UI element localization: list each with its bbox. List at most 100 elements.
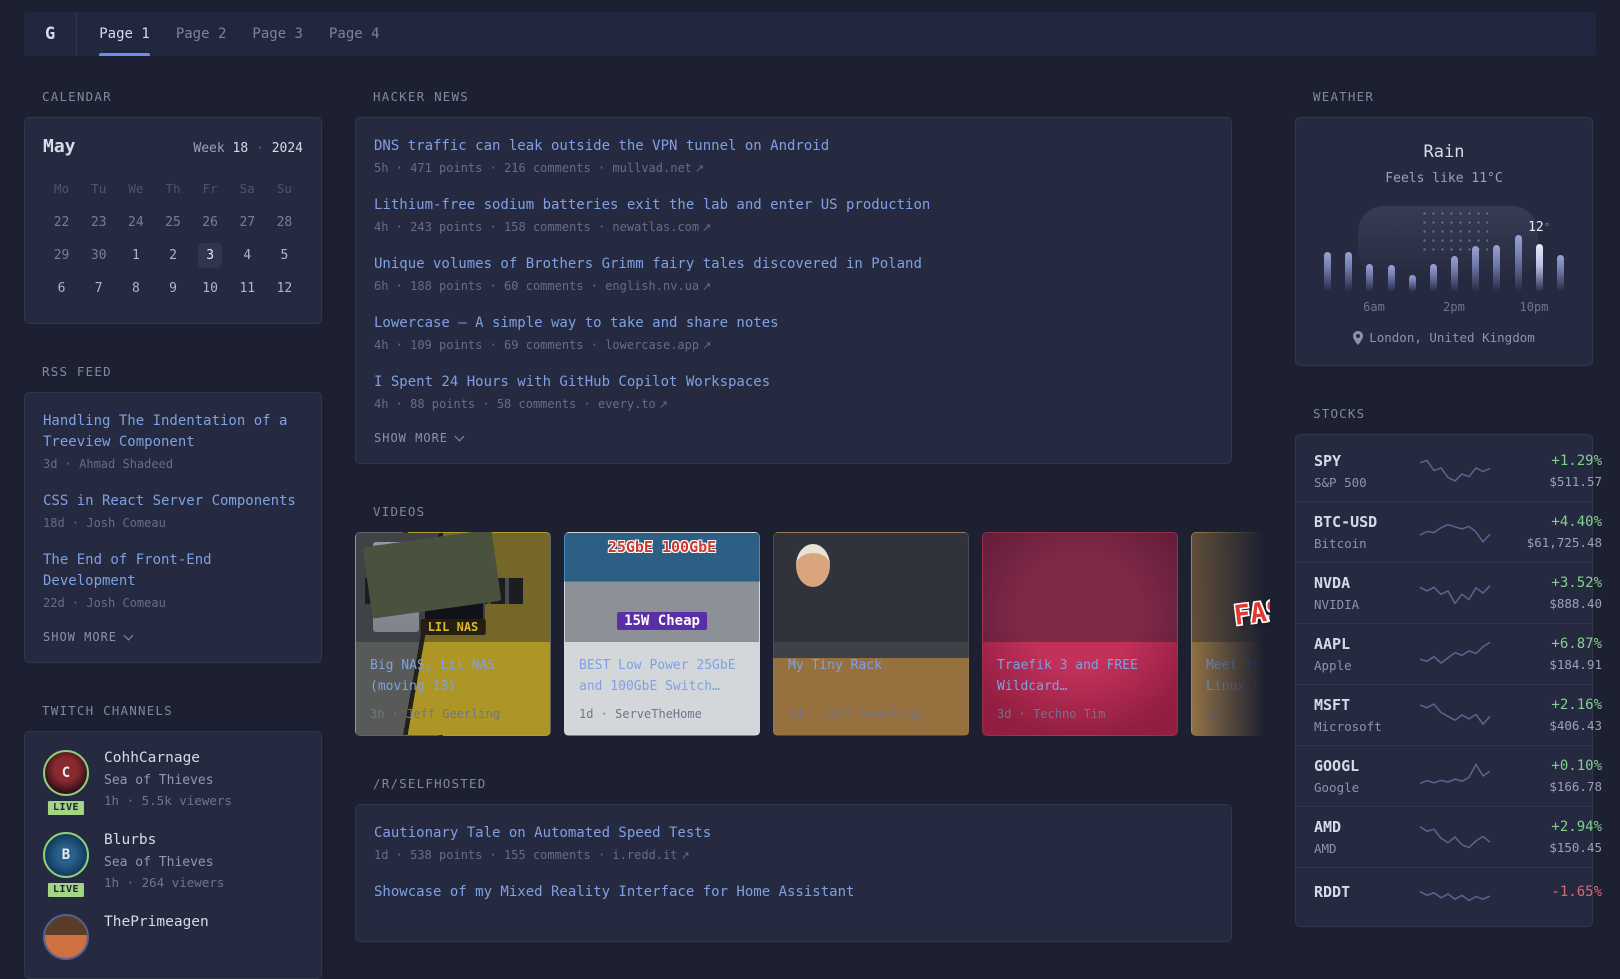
top-nav: G Page 1 Page 2 Page 3 Page 4 — [24, 12, 1596, 56]
hackernews-header: HACKER NEWS — [373, 89, 1232, 104]
video-card[interactable]: FAST Meet the new king of Linux Clusters… — [1191, 532, 1270, 736]
feed-item-domain[interactable]: newatlas.com — [612, 220, 699, 234]
feed-item-title[interactable]: Cautionary Tale on Automated Speed Tests — [374, 823, 1213, 844]
stock-row[interactable]: BTC-USD Bitcoin +4.40% $61,725.48 — [1296, 501, 1592, 562]
nav-tab[interactable]: Page 4 — [329, 12, 380, 56]
feed-item-domain[interactable]: i.redd.it — [612, 848, 677, 862]
feed-item-title[interactable]: I Spent 24 Hours with GitHub Copilot Wor… — [374, 372, 1213, 393]
twitch-avatar-wrap — [43, 914, 89, 960]
stock-row[interactable]: AMD AMD +2.94% $150.45 — [1296, 806, 1592, 867]
thumbnail-text-bottom: LIL NAS — [421, 619, 486, 635]
feed-item-domain[interactable]: mullvad.net — [612, 161, 691, 175]
content-columns: CALENDAR May Week 18 · 2024 Mo Tu We Th … — [0, 89, 1620, 979]
calendar-weekday-label: Su — [266, 173, 303, 206]
stock-row[interactable]: GOOGL Google +0.10% $166.78 — [1296, 745, 1592, 806]
weather-hour-bar — [1430, 206, 1437, 292]
stock-row[interactable]: RDDT -1.65% — [1296, 867, 1592, 920]
twitch-channel-info: ThePrimeagen — [104, 914, 209, 960]
weather-bar — [1409, 275, 1416, 292]
video-title[interactable]: Traefik 3 and FREE Wildcard… — [997, 655, 1163, 697]
video-title[interactable]: Big NAS, Lil NAS (moving 13) — [370, 655, 536, 697]
video-card-body: My Tiny Rack 3d · Jeff Geerling — [774, 642, 968, 735]
left-column: CALENDAR May Week 18 · 2024 Mo Tu We Th … — [24, 89, 322, 979]
video-thumbnail[interactable] — [983, 533, 1177, 642]
rss-item-title[interactable]: The End of Front-End Development — [43, 550, 303, 592]
video-title[interactable]: Meet the new king of Linux Clusters — [1206, 655, 1270, 697]
feed-item: I Spent 24 Hours with GitHub Copilot Wor… — [374, 372, 1213, 411]
feed-item-title[interactable]: Lowercase – A simple way to take and sha… — [374, 313, 1213, 334]
weather-bar — [1451, 256, 1458, 292]
video-thumbnail[interactable]: FAST — [1192, 533, 1270, 642]
twitch-channel-name[interactable]: ThePrimeagen — [104, 914, 209, 930]
weather-hour-bar — [1515, 206, 1522, 292]
weather-bar — [1430, 264, 1437, 292]
video-title[interactable]: BEST Low Power 25GbE and 100GbE Switch… — [579, 655, 745, 697]
feed-item-stats: 4h · 243 points · 158 comments · — [374, 220, 612, 234]
weather-axis-label: 2pm — [1443, 300, 1465, 314]
weather-hour-bar — [1472, 206, 1479, 292]
rss-item-meta: 22d · Josh Comeau — [43, 596, 303, 610]
stock-sparkline — [1418, 822, 1492, 852]
reddit-card: Cautionary Tale on Automated Speed Tests… — [355, 804, 1232, 942]
video-card[interactable]: 25GbE 100GbE 15W Cheap BEST Low Power 25… — [564, 532, 760, 736]
stock-values: +2.16% $406.43 — [1492, 697, 1602, 733]
calendar-date: 1 — [117, 239, 154, 272]
nav-tab[interactable]: Page 3 — [252, 12, 303, 56]
videos-widget: VIDEOS LIL NAS Big NAS, Lil NAS (moving … — [355, 504, 1232, 736]
feed-item-stats: 6h · 188 points · 60 comments · — [374, 279, 605, 293]
feed-item: Lowercase – A simple way to take and sha… — [374, 313, 1213, 352]
video-card-body: Big NAS, Lil NAS (moving 13) 3h · Jeff G… — [356, 642, 550, 735]
stock-ticker: NVDA — [1314, 574, 1418, 592]
stock-name: Bitcoin — [1314, 536, 1418, 551]
stock-row[interactable]: AAPL Apple +6.87% $184.91 — [1296, 623, 1592, 684]
rss-item-title[interactable]: CSS in React Server Components — [43, 491, 303, 512]
video-meta: 3d · Jeff Geerling — [788, 707, 954, 721]
logo-g[interactable]: G — [24, 12, 77, 56]
nav-tab[interactable]: Page 1 — [99, 12, 150, 56]
calendar-date: 4 — [229, 239, 266, 272]
weather-hour-bar — [1345, 206, 1352, 292]
twitch-channel-item: C LIVE CohhCarnage Sea of Thieves 1h · 5… — [43, 750, 303, 808]
calendar-date: 10 — [192, 272, 229, 305]
hackernews-show-more-button[interactable]: SHOW MORE — [374, 431, 1213, 445]
stock-id: GOOGL Google — [1314, 757, 1418, 795]
video-meta: 1d · ServeTheHome — [579, 707, 745, 721]
stock-ticker: BTC-USD — [1314, 513, 1418, 531]
feed-item-meta: 4h · 243 points · 158 comments · newatla… — [374, 220, 1213, 234]
twitch-channel-name[interactable]: CohhCarnage — [104, 750, 232, 766]
stock-change: +0.10% — [1492, 758, 1602, 774]
weather-axis-label: 6am — [1363, 300, 1385, 314]
weather-feels-like: Feels like 11°C — [1314, 171, 1574, 186]
weather-hour-bar — [1366, 206, 1373, 292]
stock-row[interactable]: NVDA NVIDIA +3.52% $888.40 — [1296, 562, 1592, 623]
calendar-date: 30 — [80, 239, 117, 272]
calendar-date: 23 — [80, 206, 117, 239]
calendar-weekday-label: We — [117, 173, 154, 206]
stock-values: +3.52% $888.40 — [1492, 575, 1602, 611]
twitch-channel-name[interactable]: Blurbs — [104, 832, 224, 848]
feed-item-title[interactable]: DNS traffic can leak outside the VPN tun… — [374, 136, 1213, 157]
feed-item-title[interactable]: Unique volumes of Brothers Grimm fairy t… — [374, 254, 1213, 275]
video-thumbnail[interactable]: 25GbE 100GbE 15W Cheap — [565, 533, 759, 642]
twitch-header: TWITCH CHANNELS — [42, 703, 322, 718]
stock-sparkline — [1418, 639, 1492, 669]
stock-ticker: MSFT — [1314, 696, 1418, 714]
stock-sparkline — [1418, 456, 1492, 486]
video-title[interactable]: My Tiny Rack — [788, 655, 954, 697]
calendar-date: 7 — [80, 272, 117, 305]
video-card[interactable]: Traefik 3 and FREE Wildcard… 3d · Techno… — [982, 532, 1178, 736]
feed-item-domain[interactable]: every.to — [598, 397, 656, 411]
stock-name: S&P 500 — [1314, 475, 1418, 490]
calendar-weekday-label: Fr — [192, 173, 229, 206]
stock-row[interactable]: MSFT Microsoft +2.16% $406.43 — [1296, 684, 1592, 745]
rss-show-more-button[interactable]: SHOW MORE — [43, 630, 303, 644]
feed-item-domain[interactable]: english.nv.ua — [605, 279, 699, 293]
rss-item-title[interactable]: Handling The Indentation of a Treeview C… — [43, 411, 303, 453]
feed-item-domain[interactable]: lowercase.app — [605, 338, 699, 352]
stock-row[interactable]: SPY S&P 500 +1.29% $511.57 — [1296, 441, 1592, 501]
nav-tab[interactable]: Page 2 — [176, 12, 227, 56]
stock-sparkline — [1418, 700, 1492, 730]
stocks-widget: STOCKS SPY S&P 500 +1.29% $511.57 BTC-US… — [1295, 406, 1593, 927]
weather-hourly-chart: 12° — [1324, 206, 1564, 292]
feed-item-title[interactable]: Lithium-free sodium batteries exit the l… — [374, 195, 1213, 216]
